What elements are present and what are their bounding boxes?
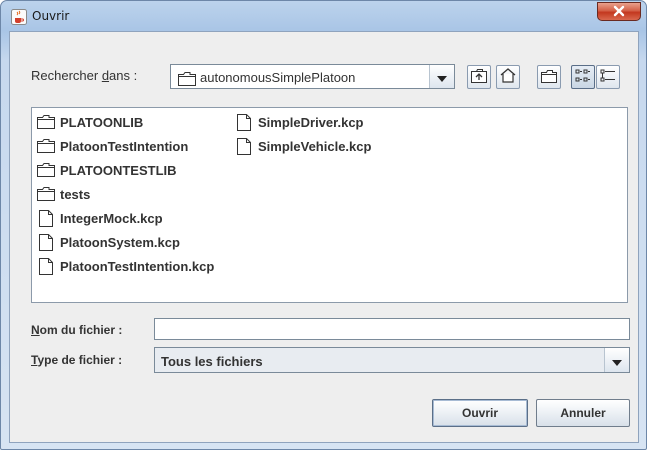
lookin-dropdown-arrow[interactable] (429, 65, 454, 88)
file-list-item[interactable]: IntegerMock.kcp (37, 208, 163, 228)
folder-icon (37, 114, 55, 130)
filename-label: Nom du fichier : (31, 323, 123, 337)
filetype-value: Tous les fichiers (161, 354, 263, 369)
home-icon (500, 67, 516, 87)
folder-list-item[interactable]: PLATOONLIB (37, 112, 143, 132)
file-list-item[interactable]: SimpleDriver.kcp (235, 112, 364, 132)
new-folder-icon (541, 68, 557, 87)
folder-icon (37, 138, 55, 154)
file-open-dialog: Ouvrir Rechercher dans : autonomousSimpl… (0, 0, 647, 450)
close-x-icon (612, 2, 626, 21)
item-name: PlatoonTestIntention (60, 138, 189, 154)
folder-icon (37, 186, 55, 202)
item-name: SimpleDriver.kcp (258, 114, 364, 130)
java-cup-icon (11, 9, 27, 25)
title-bar[interactable]: Ouvrir (1, 1, 646, 31)
item-name: PLATOONTESTLIB (60, 162, 177, 178)
up-folder-icon (471, 68, 487, 87)
item-name: PlatoonSystem.kcp (60, 234, 180, 250)
filename-input[interactable] (154, 318, 630, 340)
filetype-combo[interactable]: Tous les fichiers (154, 347, 630, 373)
file-list-item[interactable]: SimpleVehicle.kcp (235, 136, 371, 156)
file-icon (37, 257, 55, 275)
file-list-item[interactable]: PlatoonTestIntention.kcp (37, 256, 214, 276)
open-button[interactable]: Ouvrir (432, 399, 528, 427)
file-list-item[interactable]: PlatoonSystem.kcp (37, 232, 180, 252)
folder-list-item[interactable]: PLATOONTESTLIB (37, 160, 177, 180)
lookin-combo[interactable]: autonomousSimplePlatoon (170, 64, 455, 89)
chevron-down-icon (612, 351, 622, 370)
file-list[interactable]: PLATOONLIB PlatoonTestIntention PLATOONTES… (31, 107, 628, 303)
item-name: PLATOONLIB (60, 114, 144, 130)
item-name: IntegerMock.kcp (60, 210, 163, 226)
file-icon (235, 137, 253, 155)
file-icon (235, 113, 253, 131)
close-button[interactable] (597, 2, 641, 21)
home-button[interactable] (496, 65, 520, 89)
filetype-label: Type de fichier : (31, 353, 123, 367)
chevron-down-icon (437, 67, 447, 86)
folder-list-item[interactable]: PlatoonTestIntention (37, 136, 188, 156)
folder-icon (37, 162, 55, 178)
file-icon (37, 209, 55, 227)
details-view-icon (600, 68, 616, 87)
item-name: PlatoonTestIntention.kcp (60, 258, 215, 274)
list-view-button[interactable] (571, 65, 595, 89)
filetype-dropdown-arrow[interactable] (604, 348, 629, 372)
file-icon (37, 233, 55, 251)
list-view-icon (575, 68, 591, 87)
item-name: SimpleVehicle.kcp (258, 138, 372, 154)
new-folder-button[interactable] (537, 65, 561, 89)
up-one-level-button[interactable] (467, 65, 491, 89)
dialog-content: Rechercher dans : autonomousSimplePlatoo… (9, 31, 639, 443)
folder-list-item[interactable]: tests (37, 184, 90, 204)
cancel-button[interactable]: Annuler (536, 399, 630, 427)
details-view-button[interactable] (596, 65, 620, 89)
item-name: tests (60, 186, 91, 202)
folder-icon (178, 71, 196, 90)
lookin-label: Rechercher dans : (31, 68, 138, 83)
lookin-value: autonomousSimplePlatoon (200, 70, 356, 85)
window-title: Ouvrir (32, 9, 70, 23)
